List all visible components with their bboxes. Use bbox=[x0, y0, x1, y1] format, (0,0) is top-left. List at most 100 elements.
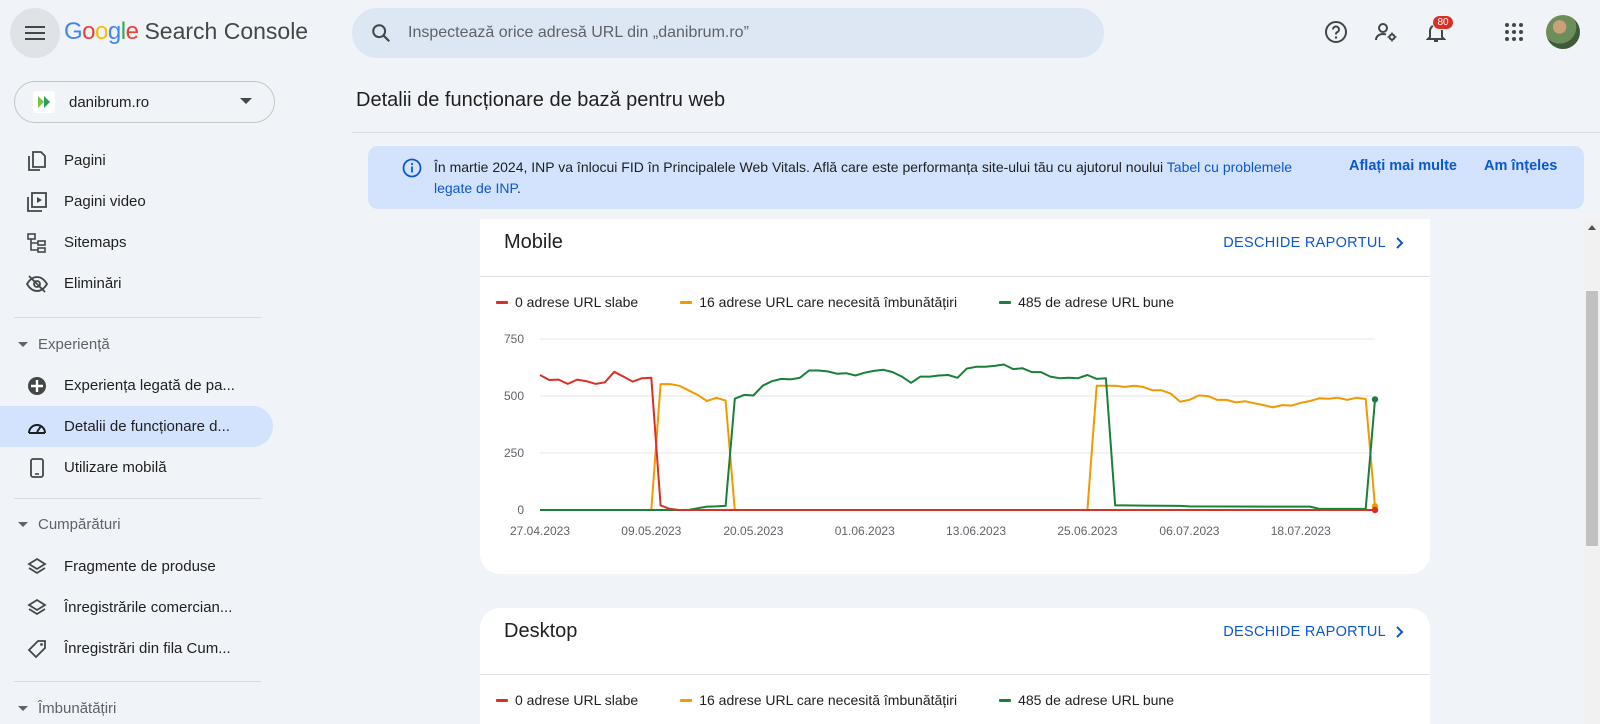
main-scrollbar[interactable] bbox=[1584, 219, 1600, 724]
dismiss-button[interactable]: Am înțeles bbox=[1484, 158, 1557, 174]
section-header-shopping[interactable]: Cumpărături bbox=[18, 516, 121, 533]
banner-message: În martie 2024, INP va înlocui FID în Pr… bbox=[434, 157, 1304, 199]
legend-label: 16 adrese URL care necesită îmbunătățiri bbox=[699, 294, 958, 310]
sidebar-item-product-snippets[interactable]: Fragmente de produse bbox=[0, 546, 273, 587]
apps-grid-icon bbox=[1505, 23, 1523, 41]
top-app-bar: Google Search Console 80 bbox=[0, 0, 1600, 66]
y-tick-label: 500 bbox=[504, 389, 524, 403]
sidebar-item-sitemaps[interactable]: Sitemaps bbox=[0, 222, 273, 263]
chart-legend: 0 adrese URL slabe 16 adrese URL care ne… bbox=[496, 294, 1216, 310]
property-selector[interactable]: danibrum.ro bbox=[14, 81, 275, 123]
card-title: Desktop bbox=[504, 620, 578, 642]
sidebar-item-pagini-video[interactable]: Pagini video bbox=[0, 181, 273, 222]
account-avatar[interactable] bbox=[1546, 15, 1580, 49]
legend-item-needs-improvement[interactable]: 16 adrese URL care necesită îmbunătățiri bbox=[680, 294, 957, 310]
legend-item-good[interactable]: 485 de adrese URL bune bbox=[999, 692, 1174, 708]
apps-button[interactable] bbox=[1500, 18, 1528, 46]
y-tick-label: 0 bbox=[517, 503, 524, 517]
sidebar-item-label: Sitemaps bbox=[64, 234, 127, 251]
card-title: Mobile bbox=[504, 231, 563, 253]
sidebar-item-core-web-vitals[interactable]: Detalii de funcționare d... bbox=[0, 406, 273, 447]
series-line bbox=[540, 363, 1376, 511]
legend-label: 485 de adrese URL bune bbox=[1018, 692, 1174, 708]
user-settings-button[interactable] bbox=[1372, 18, 1400, 46]
legend-label: 485 de adrese URL bune bbox=[1018, 294, 1174, 310]
open-report-button[interactable]: DESCHIDE RAPORTUL bbox=[1223, 235, 1406, 251]
legend-swatch-good bbox=[999, 698, 1012, 702]
sidebar-item-label: Înregistrări din fila Cum... bbox=[64, 640, 231, 657]
url-inspection-input[interactable] bbox=[408, 24, 1058, 42]
tag-icon bbox=[26, 638, 48, 660]
product-logo[interactable]: Google Search Console bbox=[64, 18, 308, 46]
sidebar-item-page-experience[interactable]: Experiența legată de pa... bbox=[0, 365, 273, 406]
section-title: Cumpărături bbox=[38, 516, 121, 533]
sidebar-divider bbox=[14, 317, 261, 318]
help-button[interactable] bbox=[1322, 18, 1350, 46]
y-tick-label: 250 bbox=[504, 446, 524, 460]
removals-icon bbox=[26, 273, 48, 295]
card-divider bbox=[480, 276, 1430, 277]
sidebar-item-label: Experiența legată de pa... bbox=[64, 377, 235, 394]
property-favicon-icon bbox=[33, 91, 55, 113]
title-divider bbox=[352, 132, 1600, 133]
x-tick-label: 13.06.2023 bbox=[946, 524, 1006, 538]
logo-letter: o bbox=[82, 18, 96, 45]
legend-swatch-poor bbox=[496, 300, 508, 304]
legend-label: 0 adrese URL slabe bbox=[515, 692, 639, 708]
sidebar-item-label: Pagini video bbox=[64, 193, 146, 210]
speedometer-icon bbox=[26, 416, 48, 438]
open-report-button[interactable]: DESCHIDE RAPORTUL bbox=[1223, 624, 1406, 640]
legend-item-good[interactable]: 485 de adrese URL bune bbox=[999, 294, 1174, 310]
sidebar-divider bbox=[14, 498, 261, 499]
sidebar-item-label: Eliminări bbox=[64, 275, 122, 292]
main-menu-button[interactable] bbox=[10, 8, 60, 58]
x-tick-label: 27.04.2023 bbox=[510, 524, 570, 538]
series-end-marker bbox=[1371, 506, 1379, 514]
sidebar-item-mobile-usability[interactable]: Utilizare mobilă bbox=[0, 447, 273, 488]
sidebar-divider bbox=[14, 681, 261, 682]
dropdown-arrow-icon bbox=[240, 98, 252, 104]
sitemaps-icon bbox=[26, 232, 48, 254]
legend-swatch-poor bbox=[496, 698, 508, 702]
legend-item-poor[interactable]: 0 adrese URL slabe bbox=[496, 692, 638, 708]
sidebar-item-label: Detalii de funcționare d... bbox=[64, 418, 230, 435]
x-tick-label: 25.06.2023 bbox=[1057, 524, 1117, 538]
open-report-label: DESCHIDE RAPORTUL bbox=[1223, 235, 1386, 251]
layers-icon bbox=[26, 597, 48, 619]
search-icon bbox=[372, 24, 391, 43]
sidebar-item-merchant-listings[interactable]: Înregistrările comercian... bbox=[0, 587, 273, 628]
collapse-arrow-icon bbox=[18, 522, 28, 527]
chevron-right-icon bbox=[1396, 237, 1404, 249]
x-tick-label: 01.06.2023 bbox=[835, 524, 895, 538]
hamburger-menu-icon bbox=[25, 26, 45, 40]
banner-text: În martie 2024, INP va înlocui FID în Pr… bbox=[434, 159, 1167, 175]
legend-item-poor[interactable]: 0 adrese URL slabe bbox=[496, 294, 638, 310]
series-line bbox=[539, 370, 1375, 511]
sidebar-item-eliminari[interactable]: Eliminări bbox=[0, 263, 273, 304]
mobile-report-card: Mobile DESCHIDE RAPORTUL 0 adrese URL sl… bbox=[480, 219, 1430, 574]
sidebar-item-label: Pagini bbox=[64, 152, 106, 169]
logo-letter: o bbox=[95, 18, 108, 45]
scroll-up-arrow-icon[interactable] bbox=[1588, 225, 1596, 230]
sidebar-item-shopping-tab-listings[interactable]: Înregistrări din fila Cum... bbox=[0, 628, 273, 669]
logo-letter: e bbox=[125, 18, 139, 45]
section-header-enhancements[interactable]: Îmbunătățiri bbox=[18, 700, 116, 717]
google-wordmark: Google bbox=[64, 18, 139, 46]
logo-letter: G bbox=[64, 18, 83, 45]
x-tick-label: 20.05.2023 bbox=[723, 524, 783, 538]
notification-count-badge: 80 bbox=[1432, 15, 1454, 30]
user-settings-icon bbox=[1375, 23, 1397, 42]
product-name: Search Console bbox=[144, 18, 309, 44]
legend-item-needs-improvement[interactable]: 16 adrese URL care necesită îmbunătățiri bbox=[680, 692, 957, 708]
scrollbar-thumb[interactable] bbox=[1586, 291, 1598, 546]
mobile-cwv-chart: 0 250 500 750 27.04.2023 09.05.2023 20.05.2023… bbox=[504, 332, 1379, 538]
desktop-report-card: Desktop DESCHIDE RAPORTUL 0 adrese URL s… bbox=[480, 608, 1430, 724]
sidebar-item-label: Utilizare mobilă bbox=[64, 459, 167, 476]
sidebar-item-pagini[interactable]: Pagini bbox=[0, 140, 273, 181]
info-icon bbox=[402, 158, 422, 178]
section-header-experience[interactable]: Experiență bbox=[18, 336, 110, 353]
legend-label: 0 adrese URL slabe bbox=[515, 294, 639, 310]
url-inspection-search[interactable] bbox=[352, 8, 1104, 58]
learn-more-button[interactable]: Aflați mai multe bbox=[1349, 158, 1457, 174]
x-tick-label: 09.05.2023 bbox=[621, 524, 681, 538]
